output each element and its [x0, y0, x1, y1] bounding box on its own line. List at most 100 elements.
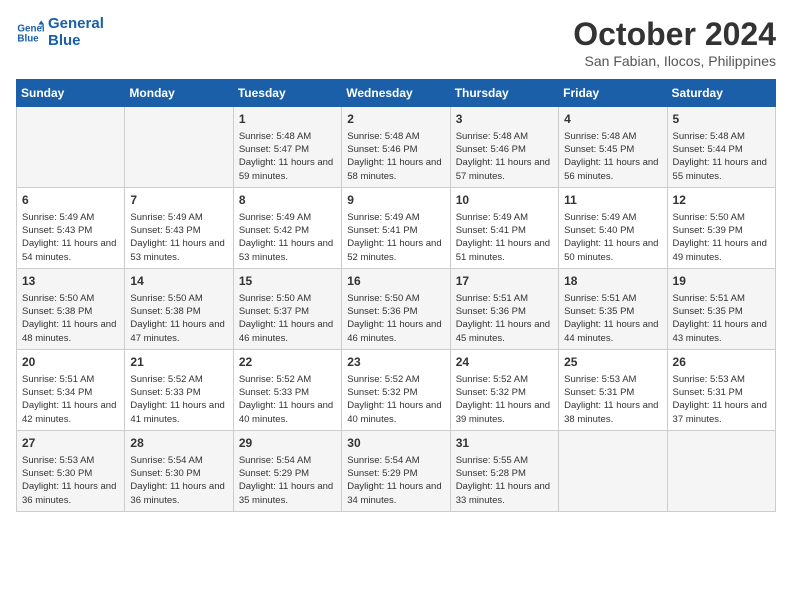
day-number: 22	[239, 354, 336, 371]
header-sunday: Sunday	[17, 80, 125, 107]
title-block: October 2024 San Fabian, Ilocos, Philipp…	[573, 16, 776, 69]
day-info: Sunrise: 5:54 AMSunset: 5:30 PMDaylight:…	[130, 454, 227, 507]
day-info: Sunrise: 5:49 AMSunset: 5:43 PMDaylight:…	[130, 211, 227, 264]
week-row-1: 1 Sunrise: 5:48 AMSunset: 5:47 PMDaylight…	[17, 107, 776, 188]
day-number: 3	[456, 111, 553, 128]
calendar-cell: 3 Sunrise: 5:48 AMSunset: 5:46 PMDaylight…	[450, 107, 558, 188]
calendar-cell: 24 Sunrise: 5:52 AMSunset: 5:32 PMDayligh…	[450, 349, 558, 430]
month-title: October 2024	[573, 16, 776, 53]
day-info: Sunrise: 5:53 AMSunset: 5:31 PMDaylight:…	[564, 373, 661, 426]
calendar-cell: 9 Sunrise: 5:49 AMSunset: 5:41 PMDaylight…	[342, 187, 450, 268]
calendar-cell: 6Sunrise: 5:49 AMSunset: 5:43 PMDaylight…	[17, 187, 125, 268]
calendar-cell: 17 Sunrise: 5:51 AMSunset: 5:36 PMDayligh…	[450, 268, 558, 349]
day-number: 11	[564, 192, 661, 209]
day-number: 7	[130, 192, 227, 209]
week-row-4: 20Sunrise: 5:51 AMSunset: 5:34 PMDayligh…	[17, 349, 776, 430]
logo-line1: General	[48, 16, 104, 33]
calendar-cell: 21Sunrise: 5:52 AMSunset: 5:33 PMDayligh…	[125, 349, 233, 430]
week-row-5: 27 Sunrise: 5:53 AMSunset: 5:30 PMDayligh…	[17, 430, 776, 511]
day-info: Sunrise: 5:48 AMSunset: 5:46 PMDaylight:…	[456, 130, 553, 183]
day-info: Sunrise: 5:51 AMSunset: 5:36 PMDaylight:…	[456, 292, 553, 345]
logo-line2: Blue	[48, 33, 104, 50]
calendar-cell: 31 Sunrise: 5:55 AMSunset: 5:28 PMDayligh…	[450, 430, 558, 511]
day-number: 16	[347, 273, 444, 290]
page-header: General Blue General Blue October 2024 S…	[16, 16, 776, 69]
calendar-cell: 28 Sunrise: 5:54 AMSunset: 5:30 PMDayligh…	[125, 430, 233, 511]
day-number: 23	[347, 354, 444, 371]
day-number: 27	[22, 435, 119, 452]
day-number: 30	[347, 435, 444, 452]
day-info: Sunrise: 5:49 AMSunset: 5:42 PMDaylight:…	[239, 211, 336, 264]
day-number: 18	[564, 273, 661, 290]
day-info: Sunrise: 5:53 AMSunset: 5:30 PMDaylight:…	[22, 454, 119, 507]
day-info: Sunrise: 5:48 AMSunset: 5:45 PMDaylight:…	[564, 130, 661, 183]
day-number: 26	[673, 354, 770, 371]
day-number: 19	[673, 273, 770, 290]
day-number: 5	[673, 111, 770, 128]
day-info: Sunrise: 5:49 AMSunset: 5:40 PMDaylight:…	[564, 211, 661, 264]
day-info: Sunrise: 5:48 AMSunset: 5:44 PMDaylight:…	[673, 130, 770, 183]
calendar-table: SundayMondayTuesdayWednesdayThursdayFrid…	[16, 79, 776, 512]
day-info: Sunrise: 5:52 AMSunset: 5:32 PMDaylight:…	[456, 373, 553, 426]
calendar-cell: 26Sunrise: 5:53 AMSunset: 5:31 PMDayligh…	[667, 349, 775, 430]
calendar-cell: 16 Sunrise: 5:50 AMSunset: 5:36 PMDayligh…	[342, 268, 450, 349]
day-info: Sunrise: 5:49 AMSunset: 5:41 PMDaylight:…	[456, 211, 553, 264]
calendar-cell: 13Sunrise: 5:50 AMSunset: 5:38 PMDayligh…	[17, 268, 125, 349]
calendar-cell: 23Sunrise: 5:52 AMSunset: 5:32 PMDayligh…	[342, 349, 450, 430]
week-row-2: 6Sunrise: 5:49 AMSunset: 5:43 PMDaylight…	[17, 187, 776, 268]
day-number: 28	[130, 435, 227, 452]
day-number: 4	[564, 111, 661, 128]
day-info: Sunrise: 5:48 AMSunset: 5:46 PMDaylight:…	[347, 130, 444, 183]
calendar-cell: 19Sunrise: 5:51 AMSunset: 5:35 PMDayligh…	[667, 268, 775, 349]
day-info: Sunrise: 5:48 AMSunset: 5:47 PMDaylight:…	[239, 130, 336, 183]
week-row-3: 13Sunrise: 5:50 AMSunset: 5:38 PMDayligh…	[17, 268, 776, 349]
header-saturday: Saturday	[667, 80, 775, 107]
day-number: 14	[130, 273, 227, 290]
calendar-cell: 11 Sunrise: 5:49 AMSunset: 5:40 PMDayligh…	[559, 187, 667, 268]
day-number: 10	[456, 192, 553, 209]
day-info: Sunrise: 5:55 AMSunset: 5:28 PMDaylight:…	[456, 454, 553, 507]
header-thursday: Thursday	[450, 80, 558, 107]
calendar-cell: 27 Sunrise: 5:53 AMSunset: 5:30 PMDayligh…	[17, 430, 125, 511]
calendar-cell: 12Sunrise: 5:50 AMSunset: 5:39 PMDayligh…	[667, 187, 775, 268]
header-monday: Monday	[125, 80, 233, 107]
calendar-cell	[559, 430, 667, 511]
logo: General Blue General Blue	[16, 16, 104, 49]
day-number: 17	[456, 273, 553, 290]
day-number: 1	[239, 111, 336, 128]
day-info: Sunrise: 5:50 AMSunset: 5:39 PMDaylight:…	[673, 211, 770, 264]
day-number: 9	[347, 192, 444, 209]
calendar-header-row: SundayMondayTuesdayWednesdayThursdayFrid…	[17, 80, 776, 107]
calendar-cell: 7 Sunrise: 5:49 AMSunset: 5:43 PMDaylight…	[125, 187, 233, 268]
location-subtitle: San Fabian, Ilocos, Philippines	[573, 53, 776, 69]
day-info: Sunrise: 5:50 AMSunset: 5:36 PMDaylight:…	[347, 292, 444, 345]
calendar-cell: 30 Sunrise: 5:54 AMSunset: 5:29 PMDayligh…	[342, 430, 450, 511]
day-number: 24	[456, 354, 553, 371]
day-number: 8	[239, 192, 336, 209]
logo-icon: General Blue	[16, 19, 44, 47]
day-number: 31	[456, 435, 553, 452]
day-info: Sunrise: 5:49 AMSunset: 5:41 PMDaylight:…	[347, 211, 444, 264]
calendar-cell: 15 Sunrise: 5:50 AMSunset: 5:37 PMDayligh…	[233, 268, 341, 349]
header-friday: Friday	[559, 80, 667, 107]
day-number: 21	[130, 354, 227, 371]
day-info: Sunrise: 5:50 AMSunset: 5:38 PMDaylight:…	[22, 292, 119, 345]
header-tuesday: Tuesday	[233, 80, 341, 107]
day-info: Sunrise: 5:54 AMSunset: 5:29 PMDaylight:…	[347, 454, 444, 507]
day-number: 29	[239, 435, 336, 452]
calendar-cell	[667, 430, 775, 511]
header-wednesday: Wednesday	[342, 80, 450, 107]
day-info: Sunrise: 5:50 AMSunset: 5:38 PMDaylight:…	[130, 292, 227, 345]
calendar-cell: 1 Sunrise: 5:48 AMSunset: 5:47 PMDaylight…	[233, 107, 341, 188]
day-info: Sunrise: 5:50 AMSunset: 5:37 PMDaylight:…	[239, 292, 336, 345]
calendar-cell: 2Sunrise: 5:48 AMSunset: 5:46 PMDaylight…	[342, 107, 450, 188]
day-info: Sunrise: 5:54 AMSunset: 5:29 PMDaylight:…	[239, 454, 336, 507]
day-info: Sunrise: 5:52 AMSunset: 5:33 PMDaylight:…	[239, 373, 336, 426]
calendar-cell: 22 Sunrise: 5:52 AMSunset: 5:33 PMDayligh…	[233, 349, 341, 430]
day-number: 15	[239, 273, 336, 290]
day-info: Sunrise: 5:49 AMSunset: 5:43 PMDaylight:…	[22, 211, 119, 264]
calendar-cell	[125, 107, 233, 188]
day-info: Sunrise: 5:51 AMSunset: 5:34 PMDaylight:…	[22, 373, 119, 426]
calendar-cell: 20Sunrise: 5:51 AMSunset: 5:34 PMDayligh…	[17, 349, 125, 430]
calendar-cell: 18Sunrise: 5:51 AMSunset: 5:35 PMDayligh…	[559, 268, 667, 349]
